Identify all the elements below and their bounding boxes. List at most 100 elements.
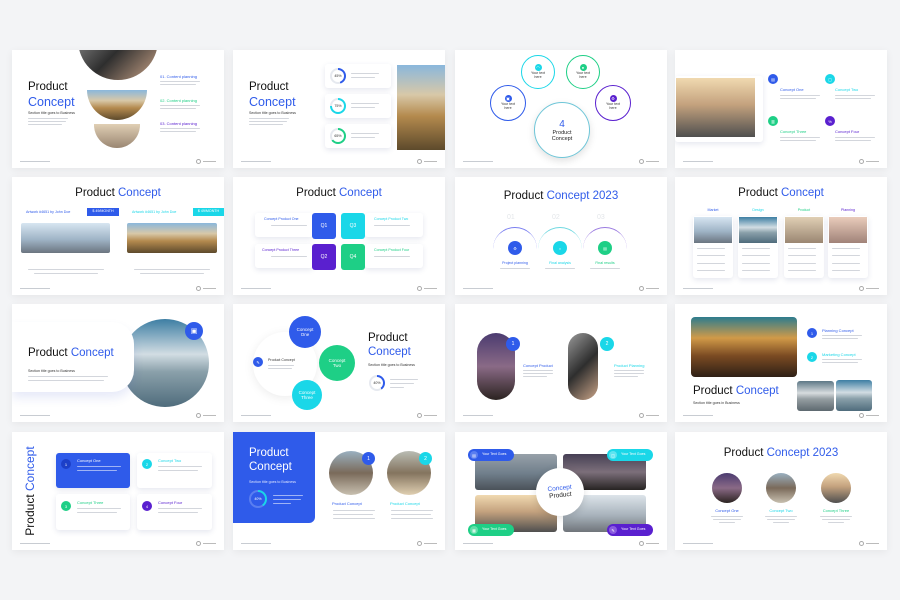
placeholder-text-line bbox=[711, 516, 743, 518]
price-tag-2: $ 49/MONTH bbox=[193, 208, 224, 216]
title-line-1: Product bbox=[249, 447, 289, 459]
concept-1-label: Concept One bbox=[780, 87, 804, 92]
title-line-2: Concept bbox=[368, 346, 411, 358]
concept-two-label: Concept Two bbox=[769, 508, 793, 513]
footer-text bbox=[463, 287, 493, 289]
column-header-planning: Planning bbox=[841, 208, 855, 212]
bubble-2: ◠ Your text here bbox=[521, 55, 555, 89]
slide-title: Product Concept 2023 bbox=[503, 190, 619, 202]
slide-3[interactable]: ▣ Your text here ◠ Your text here ● Your te… bbox=[455, 50, 667, 168]
placeholder-text-line bbox=[34, 273, 98, 275]
placeholder-text-line bbox=[391, 510, 433, 512]
stat-value: 65% bbox=[332, 130, 344, 142]
placeholder-text-line bbox=[160, 131, 196, 133]
calendar-icon: ▣ bbox=[504, 95, 512, 103]
slide-10[interactable]: ✎ Product Concept Concept One Concept Tw… bbox=[233, 304, 445, 422]
column-header-design: Design bbox=[752, 208, 764, 212]
cart-icon: ▤ bbox=[768, 74, 778, 84]
placeholder-text-line bbox=[822, 519, 850, 521]
footer-logo-icon bbox=[859, 541, 879, 546]
slide-12[interactable]: Product Concept Section title goes in Bu… bbox=[675, 304, 887, 422]
footer-text bbox=[463, 542, 493, 544]
building-icon: ▤ bbox=[470, 451, 478, 459]
step-number-1: 01 bbox=[507, 214, 515, 221]
footer-text bbox=[20, 542, 50, 544]
placeholder-text-line bbox=[822, 338, 858, 340]
slide-13[interactable]: Product Concept 1 2 3 4 Concept One Conc… bbox=[12, 432, 224, 550]
placeholder-text-line bbox=[28, 269, 104, 271]
placeholder-text-line bbox=[780, 140, 816, 142]
slide-1[interactable]: Product Concept Section title goes to Bu… bbox=[12, 50, 224, 168]
city-photo bbox=[21, 223, 110, 253]
slide-8[interactable]: Product Concept Market Design Product Pl… bbox=[675, 177, 887, 295]
footer-logo-icon bbox=[196, 413, 216, 418]
placeholder-text-line bbox=[835, 137, 875, 139]
slide-2[interactable]: Product Concept Section title goes to Bu… bbox=[233, 50, 445, 168]
concept-2-label: Concept Two bbox=[835, 87, 859, 92]
box-icon: ▢ bbox=[825, 74, 835, 84]
circle-concept-one: Concept One bbox=[289, 316, 321, 348]
card-label-2: Concept Two bbox=[158, 458, 182, 463]
step-label-3: Final results bbox=[595, 261, 615, 265]
item-planning-concept: Planning Concept bbox=[822, 328, 854, 333]
slide-11[interactable]: 1 Concept Product 2 Product Planning bbox=[455, 304, 667, 422]
stat-value: 40% bbox=[251, 492, 265, 506]
step-number-3: 03 bbox=[597, 214, 605, 221]
footer-text bbox=[241, 287, 271, 289]
badge-2: 2 bbox=[142, 459, 152, 469]
blue-panel bbox=[233, 432, 315, 523]
placeholder-text-line bbox=[780, 95, 820, 97]
card-label-4: Concept Four bbox=[158, 500, 183, 505]
footer-logo-icon bbox=[639, 286, 659, 291]
image-icon[interactable]: ▣ bbox=[185, 322, 203, 340]
placeholder-text-line bbox=[249, 118, 289, 120]
slide-9[interactable]: ▣ Product Concept Section title goes to … bbox=[12, 304, 224, 422]
progress-ring-3: 65% bbox=[330, 128, 346, 144]
placeholder-text-line bbox=[333, 518, 375, 520]
slide-14[interactable]: Product Concept Section title goes to Bu… bbox=[233, 432, 445, 550]
price-tag-1: $ 49/MONTH bbox=[87, 208, 119, 216]
placeholder-text-line bbox=[719, 522, 735, 524]
footer-logo-icon bbox=[417, 541, 437, 546]
quad-q2: Q2 bbox=[312, 244, 336, 270]
placeholder-text-line bbox=[134, 269, 210, 271]
placeholder-text-line bbox=[160, 128, 200, 130]
footer-text bbox=[241, 160, 271, 162]
bubble-4: ⚙ Your text here bbox=[595, 85, 631, 121]
placeholder-text-line bbox=[765, 516, 797, 518]
slide-15[interactable]: Concept Product Your Text Goes ▤ Your Te… bbox=[455, 432, 667, 550]
placeholder-text-line bbox=[822, 362, 858, 364]
card-label-1: Concept One bbox=[77, 458, 101, 463]
subtitle: Section title goes to Business bbox=[368, 363, 415, 367]
slide-6[interactable]: Product Concept Q1 Q3 Q2 Q4 Concept Prod… bbox=[233, 177, 445, 295]
market-photo bbox=[694, 217, 732, 243]
content-item-3: 03. Content planning bbox=[160, 121, 197, 126]
vertical-title: Product Concept bbox=[23, 446, 37, 536]
column-header-product: Product bbox=[797, 208, 811, 212]
footer-logo-icon bbox=[639, 413, 659, 418]
cart-icon: ▤ bbox=[598, 241, 612, 255]
footer-text bbox=[20, 160, 50, 162]
progress-ring-1: 45% bbox=[330, 68, 346, 84]
hands-photo bbox=[94, 124, 140, 148]
title-line-1: Product bbox=[28, 81, 68, 93]
center-circle: 4 Product Concept bbox=[534, 102, 590, 158]
placeholder-text-line bbox=[28, 121, 66, 123]
content-item-2: 02. Content planning bbox=[160, 98, 197, 103]
circle-concept-two: Concept Two bbox=[319, 345, 355, 381]
slide-4[interactable]: ▤ ▢ ▥ % Concept One Concept Two Concept … bbox=[675, 50, 887, 168]
title-line-1: Product bbox=[368, 332, 408, 344]
slide-5[interactable]: Product Concept Artwork #4651 by John Do… bbox=[12, 177, 224, 295]
gear-icon: ⚙ bbox=[508, 241, 522, 255]
placeholder-text-line bbox=[835, 98, 871, 100]
document-icon: ▥ bbox=[768, 116, 778, 126]
placeholder-text-line bbox=[249, 124, 283, 126]
footer-logo-icon bbox=[196, 541, 216, 546]
artwork-label-1: Artwork #4651 by John Doe bbox=[26, 210, 71, 214]
title-line-1: Product bbox=[249, 81, 289, 93]
slide-7[interactable]: Product Concept 2023 01 02 03 ⚙ ○ ▤ Proj… bbox=[455, 177, 667, 295]
street-photo bbox=[676, 78, 755, 137]
placeholder-text-line bbox=[773, 522, 789, 524]
pen-icon: ✎ bbox=[253, 357, 263, 367]
slide-16[interactable]: Product Concept 2023 Concept One Concept… bbox=[675, 432, 887, 550]
